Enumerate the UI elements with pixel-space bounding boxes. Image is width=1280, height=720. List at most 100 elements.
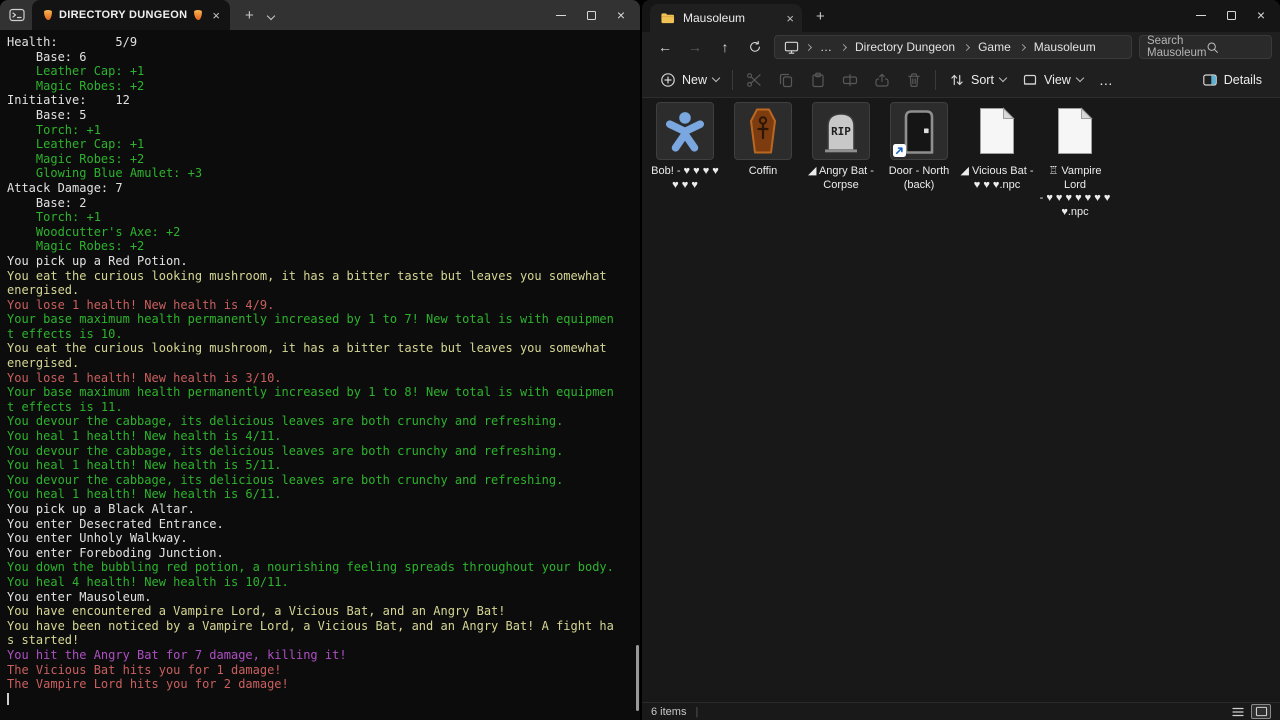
terminal-line: You heal 1 health! New health is 4/11. (7, 429, 640, 444)
chevron-down-icon (1076, 74, 1084, 82)
svg-text:RIP: RIP (831, 125, 851, 138)
explorer-new-tab-button[interactable]: + (816, 9, 825, 24)
file-door-north[interactable]: Door - North (back) (880, 100, 958, 219)
file-label: Bob! - ♥ ♥ ♥ ♥ ♥ ♥ ♥ (646, 165, 724, 192)
details-button[interactable]: Details (1194, 66, 1270, 94)
terminal-line: The Vampire Lord hits you for 2 damage! (7, 677, 640, 692)
terminal-line: You enter Desecrated Entrance. (7, 517, 640, 532)
tombstone-icon: RIP (820, 109, 862, 153)
terminal-tab-dropdown-button[interactable] (268, 6, 274, 24)
close-button[interactable]: × (1246, 0, 1276, 30)
toolbar-divider (732, 70, 733, 90)
terminal-line: You devour the cabbage, its delicious le… (7, 473, 640, 488)
explorer-tab[interactable]: Mausoleum × (650, 4, 802, 32)
up-button[interactable]: ↑ (710, 39, 740, 55)
terminal-line: You hit the Angry Bat for 7 damage, kill… (7, 648, 640, 663)
breadcrumb-chevron-icon (1019, 43, 1026, 50)
terminal-line: Base: 6 (7, 50, 640, 65)
terminal-lines: Health: 5/9 Base: 6 Leather Cap: +1 Magi… (7, 35, 640, 692)
file-vampire-lord-npc[interactable]: ♖ Vampire Lord - ♥ ♥ ♥ ♥ ♥ ♥ ♥ ♥.npc (1036, 100, 1114, 219)
terminal-line: t effects is 10. (7, 327, 640, 342)
sort-button[interactable]: Sort (941, 66, 1014, 94)
details-view-button[interactable] (1228, 704, 1248, 719)
terminal-line: You eat the curious looking mushroom, it… (7, 341, 640, 356)
search-input[interactable]: Search Mausoleum (1139, 35, 1272, 59)
file-coffin[interactable]: Coffin (724, 100, 802, 219)
file-label: ♖ Vampire Lord - ♥ ♥ ♥ ♥ ♥ ♥ ♥ ♥.npc (1036, 165, 1114, 219)
terminal-tab[interactable]: DIRECTORY DUNGEON × (32, 0, 230, 30)
terminal-line: s started! (7, 633, 640, 648)
terminal-cursor (7, 693, 9, 705)
terminal-line: Initiative: 12 (7, 93, 640, 108)
terminal-line: You pick up a Red Potion. (7, 254, 640, 269)
terminal-line: Your base maximum health permanently inc… (7, 385, 640, 400)
new-button[interactable]: New (652, 66, 727, 94)
search-placeholder: Search Mausoleum (1147, 35, 1206, 59)
toolbar-divider (935, 70, 936, 90)
breadcrumb-item-mausoleum[interactable]: Mausoleum (1032, 40, 1098, 54)
terminal-app-icon (9, 7, 25, 23)
document-icon (978, 107, 1016, 155)
paste-button[interactable] (802, 66, 834, 94)
delete-button[interactable] (898, 66, 930, 94)
file-label: Door - North (back) (880, 165, 958, 192)
breadcrumb-ellipsis[interactable]: … (818, 40, 834, 54)
minimize-button[interactable] (1186, 0, 1216, 30)
maximize-button[interactable] (576, 0, 606, 30)
copy-button[interactable] (770, 66, 802, 94)
terminal-line: You devour the cabbage, its delicious le… (7, 444, 640, 459)
terminal-line: Your base maximum health permanently inc… (7, 312, 640, 327)
terminal-line: You enter Foreboding Junction. (7, 546, 640, 561)
breadcrumb-chevron-icon (805, 43, 812, 50)
new-plus-icon (660, 72, 676, 88)
terminal-line: Torch: +1 (7, 123, 640, 138)
file-angry-bat-corpse[interactable]: RIP ◢ Angry Bat - Corpse (802, 100, 880, 219)
chevron-down-icon (712, 74, 720, 82)
person-icon (664, 110, 706, 152)
more-options-button[interactable]: … (1091, 72, 1122, 88)
file-label: ◢ Vicious Bat - ♥ ♥ ♥.npc (958, 165, 1036, 192)
back-button[interactable]: ← (650, 39, 680, 55)
rename-button[interactable] (834, 66, 866, 94)
refresh-button[interactable] (740, 39, 770, 55)
new-button-label: New (682, 73, 707, 87)
terminal-line: You lose 1 health! New health is 3/10. (7, 371, 640, 386)
address-bar[interactable]: … Directory Dungeon Game Mausoleum (774, 35, 1132, 59)
terminal-line: Glowing Blue Amulet: +3 (7, 166, 640, 181)
terminal-titlebar: DIRECTORY DUNGEON × + × (0, 0, 640, 30)
terminal-line: Torch: +1 (7, 210, 640, 225)
terminal-line: You down the bubbling red potion, a nour… (7, 560, 640, 575)
cut-button[interactable] (738, 66, 770, 94)
terminal-line: Health: 5/9 (7, 35, 640, 50)
forward-button[interactable]: → (680, 39, 710, 55)
close-button[interactable]: × (606, 0, 636, 30)
explorer-tab-close-icon[interactable]: × (786, 12, 794, 25)
terminal-window: DIRECTORY DUNGEON × + × Health: 5/9 Base… (0, 0, 640, 720)
breadcrumb-item-game[interactable]: Game (976, 40, 1013, 54)
file-bob[interactable]: Bob! - ♥ ♥ ♥ ♥ ♥ ♥ ♥ (646, 100, 724, 219)
breadcrumb-chevron-icon (840, 43, 847, 50)
minimize-button[interactable] (546, 0, 576, 30)
breadcrumb-item-directory-dungeon[interactable]: Directory Dungeon (853, 40, 957, 54)
maximize-button[interactable] (1216, 0, 1246, 30)
terminal-line: You pick up a Black Altar. (7, 502, 640, 517)
terminal-new-tab-button[interactable]: + (245, 8, 254, 23)
explorer-tab-title: Mausoleum (683, 11, 778, 25)
terminal-line: You enter Unholy Walkway. (7, 531, 640, 546)
terminal-scrollbar[interactable] (636, 645, 639, 711)
terminal-line: You have been noticed by a Vampire Lord,… (7, 619, 640, 634)
terminal-line: Base: 2 (7, 196, 640, 211)
share-button[interactable] (866, 66, 898, 94)
breadcrumb-chevron-icon (963, 43, 970, 50)
terminal-tab-close-icon[interactable]: × (212, 9, 220, 22)
view-button[interactable]: View (1014, 66, 1091, 94)
terminal-line: Leather Cap: +1 (7, 137, 640, 152)
search-icon (1206, 41, 1264, 54)
large-icons-view-button[interactable] (1251, 704, 1271, 719)
coffin-icon (749, 108, 777, 154)
items-count: 6 items (651, 706, 686, 718)
terminal-line: Magic Robes: +2 (7, 152, 640, 167)
terminal-line: Attack Damage: 7 (7, 181, 640, 196)
terminal-line: You heal 1 health! New health is 6/11. (7, 487, 640, 502)
file-vicious-bat-npc[interactable]: ◢ Vicious Bat - ♥ ♥ ♥.npc (958, 100, 1036, 219)
